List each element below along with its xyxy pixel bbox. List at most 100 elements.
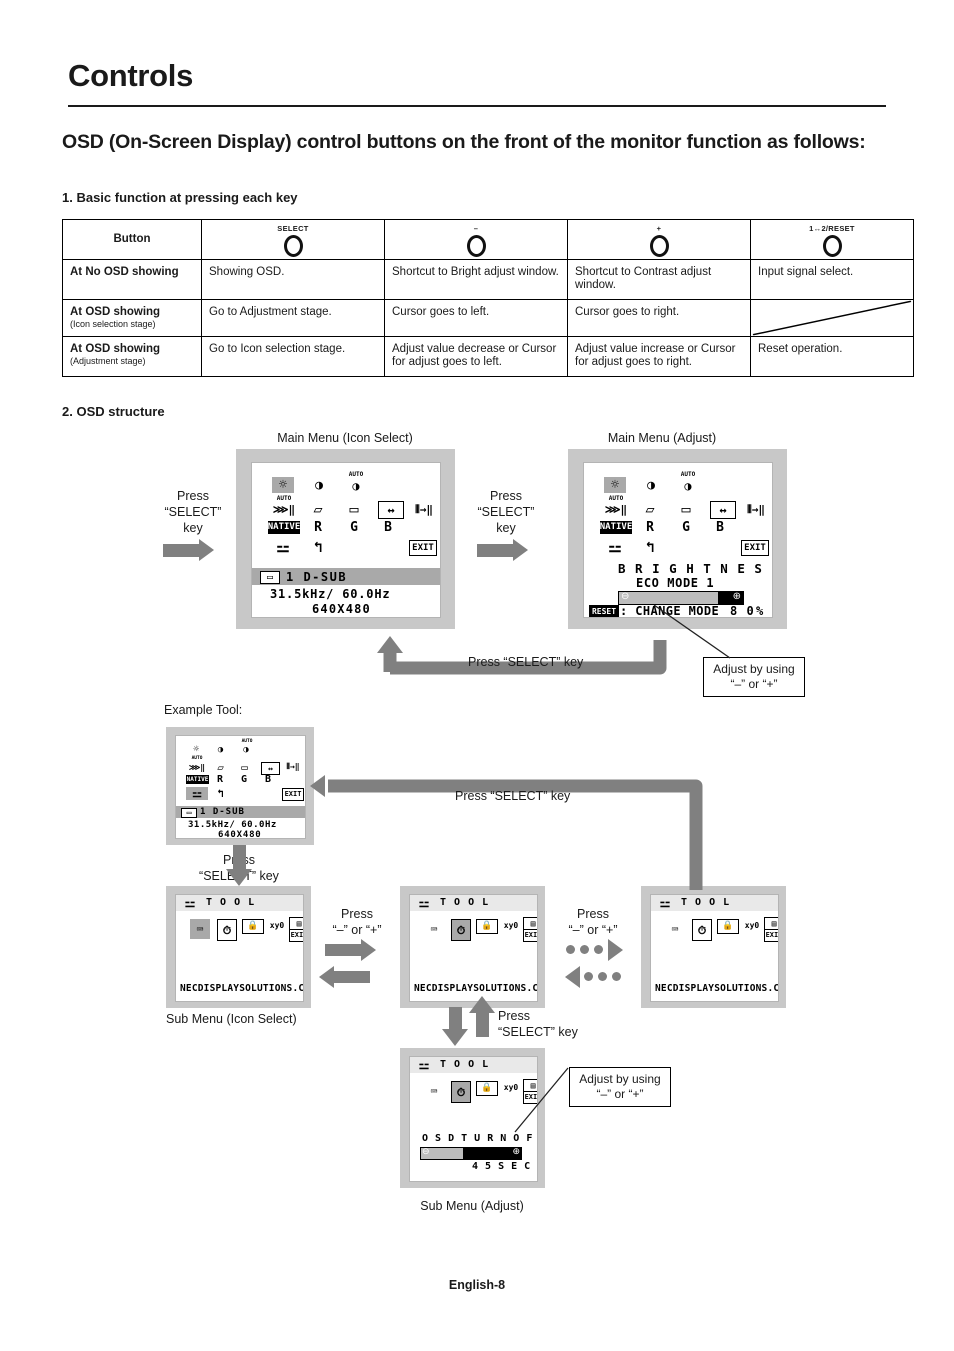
osd-lock-out-icon[interactable]: 🔒 [476,919,498,934]
h-size-icon[interactable]: ↔ [710,501,736,519]
v-position-icon[interactable]: ▭ [344,501,364,517]
osd-sub-footer: NECDISPLAYSOLUTIONS.COM [414,983,538,994]
osd-brightness-unit: % [756,604,764,618]
resolution-notifier-icon[interactable]: xy0 [268,919,286,932]
button-function-table: Button SELECT – + 1↔2/RESET At No OSD sh… [62,219,914,377]
osd-sub-adjust-bar[interactable]: ⊖ ⊕ [420,1147,522,1160]
sharpness-icon[interactable]: ⦀→‖ [412,501,436,517]
factory-reset-icon[interactable]: ↰ [213,787,228,800]
osd-screen: ☼ ◑ AUTO ◑ AUTO ⋙‖ ▱ ▭ ↔ ⦀→‖ NATIVE R G … [175,735,306,839]
tool-icon[interactable]: ⚍ [602,539,628,555]
language-icon[interactable]: ⌨ [190,919,210,939]
tool-icon[interactable]: ⚍ [186,787,208,800]
osd-frequency-line: 31.5kHz/ 60.0Hz [270,587,391,601]
osd-screen: ⚍ T O O L ⌨ ⏱ 🔒 xy0 ▤ EXIT NECDISPLAYSOL… [650,894,779,1002]
label-press-select-key-loop: Press “SELECT” key [468,655,584,669]
diagonal-strike-icon [752,300,912,335]
language-icon[interactable]: ⌨ [665,919,685,939]
osd-signal-line: 1 D-SUB [200,807,245,817]
osd-screen: ⚍ T O O L ⌨ ⏱ 🔒 xy0 ▤ EXIT NECDISPLAYSOL… [409,894,538,1002]
h-size-icon[interactable]: ↔ [378,501,404,519]
tool-icon[interactable]: ⚍ [270,539,296,555]
osd-sub-header-label: T O O L [440,1059,490,1070]
table-cell: Input signal select. [750,258,914,300]
native-icon[interactable]: NATIVE [186,775,209,784]
label-press-select-left: Press “SELECT” key [164,489,222,535]
osd-turn-off-icon[interactable]: ⏱ [217,919,237,941]
auto-contrast-icon[interactable]: ◑ [240,745,252,756]
red-gain-icon[interactable]: R [214,774,226,785]
document-page: Controls OSD (On-Screen Display) control… [0,0,954,1351]
osd-frequency-line: 31.5kHz/ 60.0Hz [188,820,277,830]
osd-lock-out-icon[interactable]: 🔒 [242,919,264,934]
contrast-icon[interactable]: ◑ [310,477,328,493]
resolution-notifier-icon[interactable]: xy0 [743,919,761,932]
osd-resolution-line: 640X480 [312,602,371,616]
table-cell: Shortcut to Bright adjust window. [384,258,568,300]
d-sub-connector-icon: ▭ [181,808,197,818]
minus-circle-icon: ⊖ [621,591,630,602]
factory-reset-icon[interactable]: ↰ [640,539,660,555]
native-icon[interactable]: NATIVE [600,521,632,534]
red-gain-icon[interactable]: R [310,520,326,534]
v-position-icon[interactable]: ▭ [237,761,252,773]
auto-contrast-icon[interactable]: ◑ [680,479,696,493]
green-gain-icon[interactable]: G [678,520,694,534]
brightness-icon[interactable]: ☼ [188,744,204,756]
resolution-notifier-icon[interactable]: xy0 [502,919,520,932]
osd-lock-out-icon[interactable]: 🔒 [717,919,739,934]
h-position-icon[interactable]: ▱ [213,761,228,773]
osd-turn-off-icon[interactable]: ⏱ [692,919,712,941]
sharpness-icon[interactable]: ⦀→‖ [744,501,768,517]
h-position-icon[interactable]: ▱ [640,501,660,517]
osd-screen: ⚍ T O O L ⌨ ⏱ 🔒 xy0 ▤ EXIT NECDISPLAYSOL… [175,894,304,1002]
button-circle-icon [822,234,842,257]
osd-icon-grid: ☼ ◑ AUTO ◑ AUTO ⋙‖ ▱ ▭ ↔ ⦀→‖ NATIVE R G … [176,736,305,804]
red-gain-icon[interactable]: R [642,520,658,534]
h-position-icon[interactable]: ▱ [308,501,328,517]
table-row: At No OSD showing Showing OSD. Shortcut … [62,258,914,300]
blue-gain-icon[interactable]: B [380,520,396,534]
exit-icon[interactable]: EXIT [282,788,304,801]
osd-lock-out-icon[interactable]: 🔒 [476,1081,498,1096]
brightness-icon[interactable]: ☼ [272,477,294,493]
osd-turn-off-icon[interactable]: ⏱ [451,1081,471,1103]
language-icon[interactable]: ⌨ [424,919,444,939]
factory-reset-icon[interactable]: ↰ [308,539,328,555]
table-cell: Go to Adjustment stage. [201,298,385,337]
row-label-sub: (Icon selection stage) [70,318,156,329]
section-1-heading: 1. Basic function at pressing each key [62,190,298,205]
green-gain-icon[interactable]: G [346,520,362,534]
green-gain-icon[interactable]: G [238,774,250,785]
exit-icon[interactable]: EXIT [523,929,537,942]
page-subtitle: OSD (On-Screen Display) control buttons … [62,131,866,153]
select-button-label: SELECT [277,224,309,233]
auto-contrast-icon[interactable]: ◑ [348,479,364,493]
blue-gain-icon[interactable]: B [712,520,728,534]
osd-icon-grid: ☼ ◑ AUTO ◑ AUTO ⋙‖ ▱ ▭ ↔ ⦀→‖ NATIVE R G … [252,463,440,563]
exit-icon[interactable]: EXIT [409,540,437,556]
brightness-icon[interactable]: ☼ [604,477,626,493]
arrow-up-head [377,636,403,653]
osd-eco-mode: ECO MODE 1 [636,576,715,590]
auto-contrast-label: AUTO [680,470,696,478]
osd-turn-off-icon[interactable]: ⏱ [451,919,471,941]
osd-sub-menu-icon-select: ⚍ T O O L ⌨ ⏱ 🔒 xy0 ▤ EXIT NECDISPLAYSOL… [166,886,311,1008]
contrast-icon[interactable]: ◑ [642,477,660,493]
exit-icon[interactable]: EXIT [764,929,778,942]
contrast-icon[interactable]: ◑ [214,744,227,756]
table-header-select: SELECT [201,219,385,260]
auto-adjust-icon[interactable]: ⋙‖ [272,502,296,516]
exit-icon[interactable]: EXIT [741,540,769,556]
auto-adjust-icon[interactable]: ⋙‖ [188,762,206,773]
exit-icon[interactable]: EXIT [289,929,303,942]
language-icon[interactable]: ⌨ [424,1081,444,1101]
v-position-icon[interactable]: ▭ [676,501,696,517]
table-cell-empty-diagonal [750,298,914,337]
auto-adjust-icon[interactable]: ⋙‖ [604,502,628,516]
sharpness-icon[interactable]: ⦀→‖ [284,761,302,773]
row-label-no-osd: At No OSD showing [62,258,202,300]
blue-gain-icon[interactable]: B [262,774,274,785]
native-icon[interactable]: NATIVE [268,521,300,534]
row-label-text: At OSD showing [70,305,161,318]
